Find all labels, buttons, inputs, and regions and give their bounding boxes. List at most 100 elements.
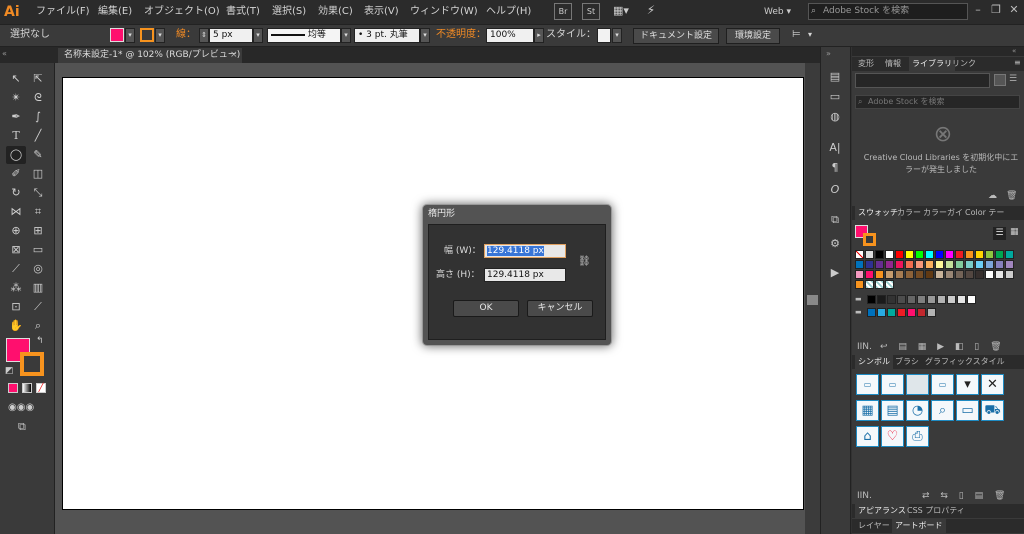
menu-select[interactable]: 選択(S) [272,4,306,20]
swatch-library-menu-icon[interactable]: IIN. [857,341,872,353]
swatch-item[interactable] [925,260,934,269]
artboards-panel-icon[interactable]: ⚙ [826,236,844,252]
swatch-item[interactable] [985,260,994,269]
brush-dropdown-icon[interactable]: ▾ [420,28,430,43]
slice-tool-icon[interactable]: ⟋ [28,298,48,316]
symbol-dropdown-icon[interactable]: ▾ [956,374,979,395]
width-tool-icon[interactable]: ⋈ [6,203,26,221]
color-mode-icon[interactable] [8,383,18,393]
tab-transform[interactable]: 変形 [855,57,877,71]
tab-graphic-styles[interactable]: グラフィックスタイル [922,355,1008,369]
constrain-proportions-icon[interactable]: ⛓ [578,255,591,269]
document-setup-button[interactable]: ドキュメント設定 [633,28,719,44]
swatch-item[interactable] [895,260,904,269]
magic-wand-tool-icon[interactable]: ✴ [6,89,26,107]
opacity-input[interactable]: 100% [486,28,534,43]
swatch-item[interactable] [885,260,894,269]
fill-swatch[interactable] [110,28,124,42]
swatch-item[interactable] [875,260,884,269]
swatch-item[interactable] [995,270,1004,279]
scale-tool-icon[interactable]: ⤡ [28,184,48,202]
perspective-grid-tool-icon[interactable]: ⊞ [28,222,48,240]
gradient-tool-icon[interactable]: ▭ [28,241,48,259]
fill-dropdown-icon[interactable]: ▾ [125,28,135,43]
column-graph-tool-icon[interactable]: ▥ [28,279,48,297]
hand-tool-icon[interactable]: ✋ [6,317,26,335]
swatch-item[interactable] [945,270,954,279]
artboard-tool-icon[interactable]: ⊡ [6,298,26,316]
swatch-item[interactable] [895,270,904,279]
swatch-item[interactable] [865,260,874,269]
brush-select[interactable]: • 3 pt. 丸筆 [354,28,420,43]
swatch-item[interactable] [945,250,954,259]
swatch-item[interactable] [885,280,894,289]
zoom-tool-icon[interactable]: ⌕ [28,317,48,335]
list-view-icon[interactable]: ☰ [1009,74,1017,84]
menu-help[interactable]: ヘルプ(H) [486,4,531,20]
menu-effect[interactable]: 効果(C) [318,4,353,20]
swatch-stroke-indicator[interactable] [863,233,876,246]
cc-sync-icon[interactable]: ☁ [988,191,997,201]
line-segment-tool-icon[interactable]: ╱ [28,127,48,145]
control-bar-menu-icon[interactable]: ▾ [808,29,812,41]
transparency-panel-icon[interactable]: ◍ [826,109,844,125]
swatch-item[interactable] [895,250,904,259]
eraser-tool-icon[interactable]: ◫ [28,165,48,183]
symbol-search-icon[interactable]: ⌕ [931,400,954,421]
swatch-item[interactable] [917,295,926,304]
swatch-item[interactable] [865,270,874,279]
mesh-tool-icon[interactable]: ⊠ [6,241,26,259]
menu-type[interactable]: 書式(T) [226,4,260,20]
gpu-performance-icon[interactable]: ⚡ [642,3,660,20]
swatch-item[interactable] [875,270,884,279]
swatch-folder-icon[interactable]: ▬ [855,308,864,317]
symbol-calendar-icon[interactable]: ▦ [856,400,879,421]
panel-menu-icon[interactable]: ≡ [1014,58,1021,67]
swatch-item[interactable] [967,295,976,304]
stroke-stepper-icon[interactable]: ⇕ [199,28,209,43]
swatch-item[interactable] [885,270,894,279]
graphic-style-swatch[interactable] [597,28,611,43]
swatch-item[interactable] [877,308,886,317]
bridge-icon[interactable]: Br [554,3,572,20]
symbol-home-icon[interactable]: ⌂ [856,426,879,447]
swatch-item[interactable] [855,270,864,279]
symbol-library-menu-icon[interactable]: IIN. [857,490,872,502]
workspace-switcher[interactable]: Web ▾ [764,4,791,20]
align-options-icon[interactable]: ⊨ [792,29,801,41]
opentype-panel-icon[interactable]: O [826,182,844,198]
swatch-grid-view-icon[interactable]: ▦ [1010,227,1019,237]
swatch-item[interactable] [885,250,894,259]
swatch-item[interactable] [855,260,864,269]
swatch-item[interactable] [905,250,914,259]
swatch-folder-icon[interactable]: ▬ [855,295,864,304]
screen-mode-icon[interactable]: ⧉ [18,420,26,434]
trash-icon[interactable]: 🗑 [1006,191,1017,201]
document-tab[interactable]: 名称未設定-1* @ 102% (RGB/プレビュー) [58,48,242,63]
stroke-swatch[interactable] [140,28,154,42]
symbol-bar-4[interactable]: ▭ [931,374,954,395]
menu-view[interactable]: 表示(V) [364,4,399,20]
tab-brushes[interactable]: ブラシ [892,355,922,369]
swatch-item[interactable] [927,295,936,304]
tab-symbols[interactable]: シンボル [855,355,893,369]
swatch-item[interactable] [915,270,924,279]
swatch-item[interactable] [887,308,896,317]
swatch-item[interactable] [905,270,914,279]
swatch-item[interactable] [945,260,954,269]
scrollbar-thumb[interactable] [807,295,818,305]
gradient-mode-icon[interactable] [22,383,32,393]
swatch-item[interactable] [947,295,956,304]
swatch-item[interactable] [965,260,974,269]
width-input[interactable]: 129.4118 px [484,244,566,258]
symbol-card-icon[interactable]: ▭ [956,400,979,421]
character-panel-icon[interactable]: A| [826,140,844,156]
none-mode-icon[interactable]: ╱ [36,383,46,393]
swatch-item[interactable] [865,280,874,289]
swatch-item[interactable] [915,260,924,269]
lasso-tool-icon[interactable]: ᘓ [28,89,48,107]
graphic-style-dropdown-icon[interactable]: ▾ [612,28,622,43]
swatch-footer-icons[interactable]: ↩ ▤ ▦ ▶ ◧ ▯ 🗑 [880,341,1006,353]
menu-object[interactable]: オブジェクト(O) [144,4,220,20]
swatch-item[interactable] [877,295,886,304]
